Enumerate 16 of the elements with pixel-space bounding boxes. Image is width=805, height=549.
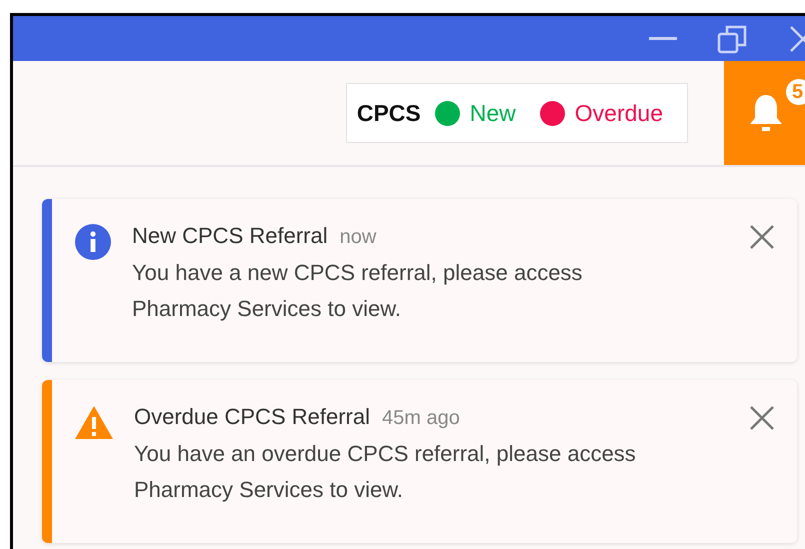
notification-time: 45m ago xyxy=(382,407,460,430)
close-icon xyxy=(749,224,775,250)
minimize-icon xyxy=(649,36,677,40)
info-icon xyxy=(74,223,112,261)
legend-title: CPCS xyxy=(356,100,421,126)
warning-icon xyxy=(74,404,114,440)
notification-title: New CPCS Referral xyxy=(132,223,328,249)
close-icon xyxy=(749,404,775,430)
legend-label: New xyxy=(470,100,516,126)
notification-time: now xyxy=(340,226,376,249)
legend-label: Overdue xyxy=(574,100,663,126)
notification-message: You have a new CPCS referral, please access Pharmacy Services to view. xyxy=(132,259,584,323)
notification-title: Overdue CPCS Referral xyxy=(134,404,370,430)
count-badge: 5 xyxy=(786,79,805,105)
notifications-button[interactable]: 5 xyxy=(724,61,805,165)
notification-message: You have an overdue CPCS referral, please access Pharmacy Services to view. xyxy=(134,440,637,504)
